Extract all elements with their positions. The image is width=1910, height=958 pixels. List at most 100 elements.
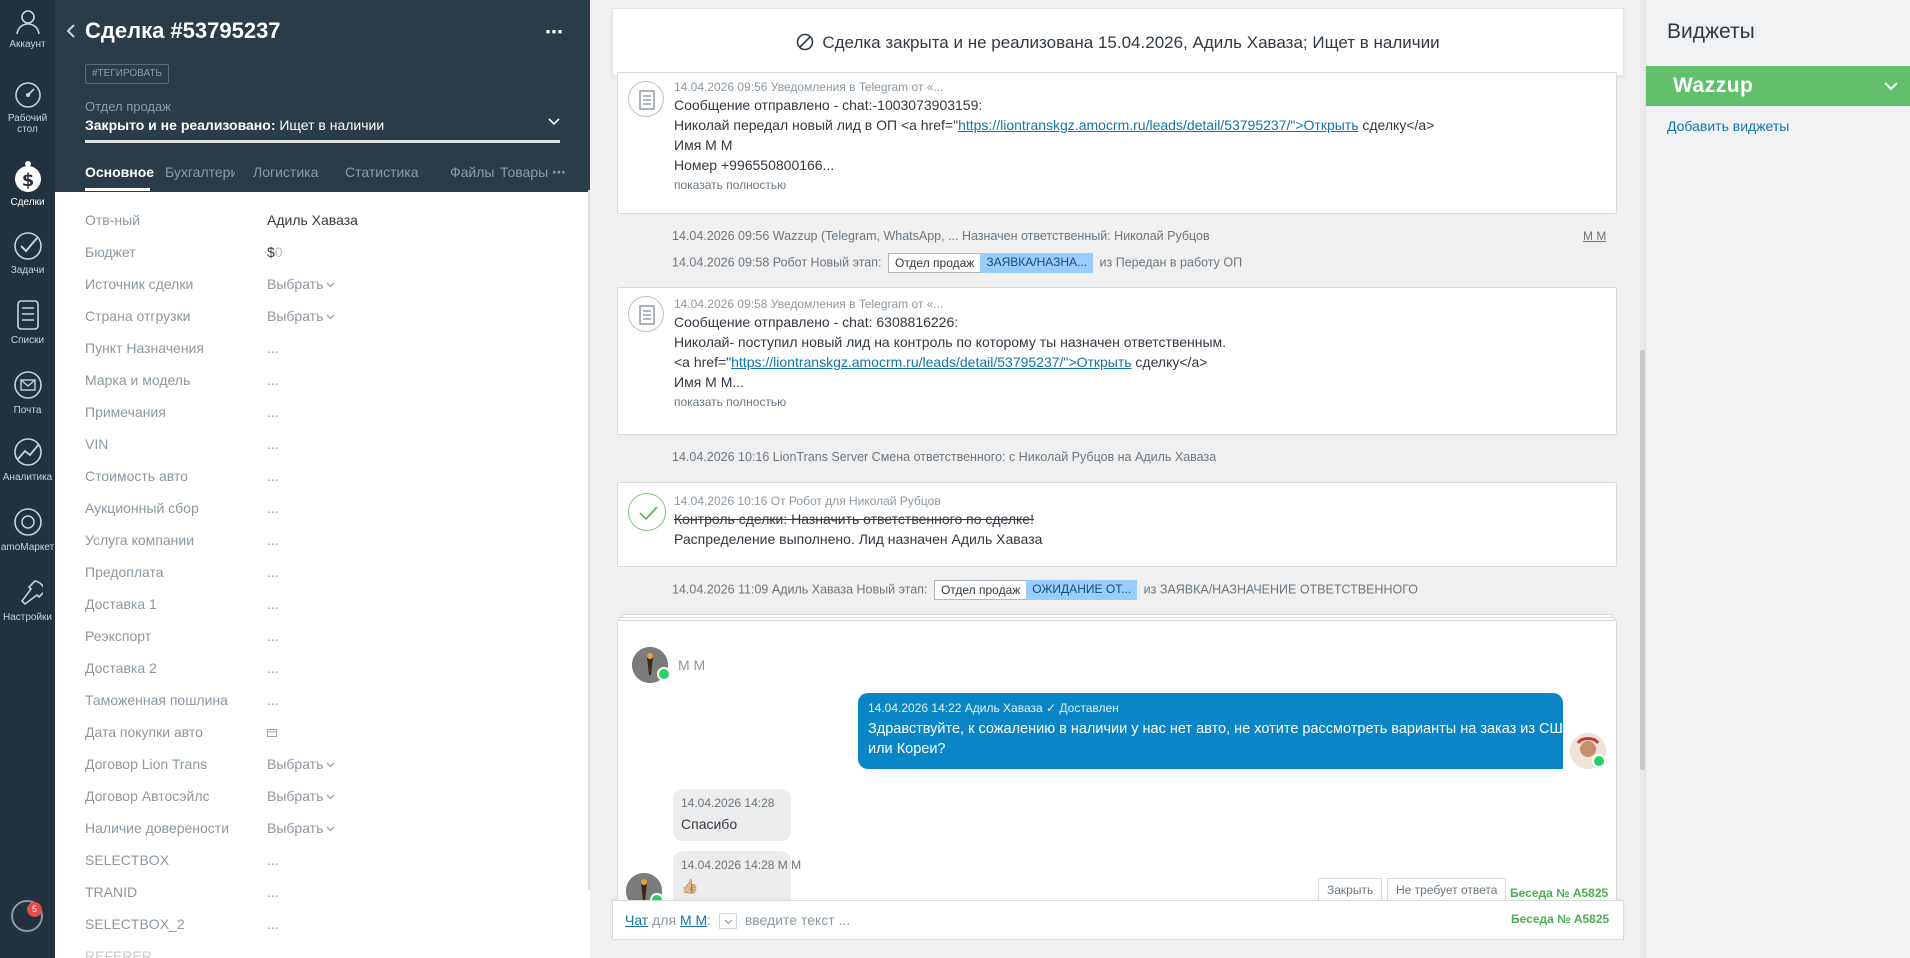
- chevron-down-icon: [1884, 82, 1898, 91]
- incoming-message: 14.04.2026 14:28 Спасибо: [673, 789, 791, 841]
- field-budget: Бюджет $0: [85, 244, 565, 264]
- note-meta: 14.04.2026 09:56 Уведомления в Telegram …: [674, 80, 944, 94]
- field-value[interactable]: ...: [267, 340, 279, 356]
- field-value[interactable]: Адиль Хаваза: [267, 212, 358, 228]
- field-value[interactable]: ...: [267, 468, 279, 484]
- field-select[interactable]: Выбрать: [267, 788, 335, 804]
- field-destination: Пункт Назначения...: [85, 340, 565, 360]
- tab-accounting[interactable]: Бухгалтерия: [165, 164, 235, 180]
- nav-dashboard[interactable]: Рабочий стол: [0, 80, 55, 135]
- tabs-more-icon[interactable]: ⋯: [552, 164, 566, 181]
- contact-name[interactable]: М М: [678, 657, 705, 673]
- deal-closed-banner: Сделка закрыта и не реализована 15.04.20…: [612, 8, 1624, 76]
- nav-dashboard-label: Рабочий стол: [7, 113, 48, 135]
- nav-settings[interactable]: Настройки: [0, 575, 55, 623]
- tag-button[interactable]: #ТЕГИРОВАТЬ: [85, 64, 170, 84]
- show-more-link[interactable]: показать полностью: [674, 175, 1434, 195]
- nav-market[interactable]: amoМаркет: [0, 505, 55, 553]
- show-more-link[interactable]: показать полностью: [674, 392, 1226, 412]
- recipient-link[interactable]: М М: [680, 912, 707, 928]
- date-picker[interactable]: [267, 724, 277, 740]
- field-value[interactable]: ...: [267, 628, 279, 644]
- incoming-message: 14.04.2026 14:28 М М 👍🏼: [673, 851, 801, 905]
- chevron-down-icon: [326, 826, 335, 832]
- event-user-link[interactable]: М М: [1583, 229, 1606, 243]
- field-value[interactable]: ...: [267, 404, 279, 420]
- checkmark-icon: [628, 493, 666, 531]
- more-menu-icon[interactable]: ⋯: [545, 22, 564, 43]
- field-prepayment: Предоплата...: [85, 564, 565, 584]
- back-arrow-icon[interactable]: [65, 22, 77, 40]
- note-line-text: сделку</a>: [1131, 354, 1208, 370]
- task-title: Контроль сделки: Назначить ответственног…: [674, 511, 1034, 527]
- tab-products[interactable]: Товары: [500, 164, 548, 180]
- field-label: Источник сделки: [85, 276, 194, 292]
- status-select[interactable]: Закрыто и не реализовано: Ищет в наличии: [85, 117, 560, 133]
- wazzup-widget[interactable]: Wazzup: [1646, 66, 1910, 106]
- event-stage-change: 14.04.2026 09:58 Робот Новый этап: Отдел…: [672, 253, 1242, 273]
- field-value[interactable]: ...: [267, 436, 279, 452]
- field-reexport: Реэкспорт...: [85, 628, 565, 648]
- nav-deals[interactable]: $ Сделки: [0, 160, 55, 208]
- tab-logistics[interactable]: Логистика: [253, 164, 318, 180]
- nav-account[interactable]: Аккаунт: [0, 6, 55, 50]
- field-select[interactable]: Выбрать: [267, 276, 335, 292]
- analytics-icon: [13, 438, 42, 466]
- chevron-down-icon[interactable]: [548, 117, 560, 127]
- message-line: или Кореи?: [868, 741, 946, 757]
- deal-link[interactable]: https://liontranskgz.amocrm.ru/leads/det…: [958, 117, 1358, 133]
- field-value[interactable]: ...: [267, 692, 279, 708]
- left-nav: Аккаунт Рабочий стол $ Сделки Задачи Спи…: [0, 0, 55, 958]
- field-value[interactable]: ...: [267, 852, 279, 868]
- nav-analytics[interactable]: Аналитика: [0, 435, 55, 483]
- nav-tasks[interactable]: Задачи: [0, 230, 55, 276]
- conversation-number[interactable]: Беседа № А5825: [1510, 886, 1608, 900]
- tasks-icon: [13, 232, 42, 260]
- deal-link[interactable]: https://liontranskgz.amocrm.ru/leads/det…: [731, 354, 1131, 370]
- field-contract-lion-trans: Договор Lion Trans Выбрать: [85, 756, 565, 776]
- deals-icon: $: [14, 161, 41, 192]
- message-input[interactable]: введите текст ...: [745, 912, 850, 928]
- close-conversation-button[interactable]: Закрыть: [1318, 878, 1383, 902]
- account-icon: [15, 10, 40, 35]
- nav-account-label: Аккаунт: [9, 39, 46, 50]
- widgets-title: Виджеты: [1667, 20, 1755, 43]
- nav-mail[interactable]: Почта: [0, 368, 55, 416]
- tab-files[interactable]: Файлы: [450, 164, 494, 180]
- field-value[interactable]: ...: [267, 564, 279, 580]
- recipient-dropdown[interactable]: [718, 913, 737, 930]
- nav-tasks-label: Задачи: [10, 265, 45, 276]
- field-select[interactable]: Выбрать: [267, 308, 335, 324]
- budget-amount: 0: [274, 244, 283, 260]
- task-meta: 14.04.2026 10:16 От Робот для Николай Ру…: [674, 494, 941, 508]
- nav-lists[interactable]: Списки: [0, 298, 55, 346]
- nav-market-label: amoМаркет: [0, 542, 55, 553]
- field-label: TRANID: [85, 884, 138, 900]
- field-label: Договор Lion Trans: [85, 756, 208, 772]
- field-label: Пункт Назначения: [85, 340, 204, 356]
- field-value[interactable]: ...: [267, 500, 279, 516]
- tab-statistics[interactable]: Статистика: [345, 164, 419, 180]
- field-value[interactable]: ...: [267, 884, 279, 900]
- field-value[interactable]: ...: [267, 596, 279, 612]
- wazzup-widget-title: Wazzup: [1673, 74, 1754, 97]
- note-doc-icon: [628, 81, 664, 117]
- chat-type-link[interactable]: Чат: [625, 912, 648, 928]
- field-value[interactable]: ...: [267, 916, 279, 932]
- tab-main[interactable]: Основное: [85, 164, 154, 180]
- field-select[interactable]: Выбрать: [267, 756, 335, 772]
- field-label: Стоимость авто: [85, 468, 188, 484]
- conversation-number[interactable]: Беседа № А5825: [1511, 912, 1609, 926]
- add-widgets-link[interactable]: Добавить виджеты: [1667, 118, 1789, 134]
- event-responsible-change: 14.04.2026 10:16 LionTrans Server Смена …: [672, 450, 1217, 464]
- telegram-note-1: 14.04.2026 09:56 Уведомления в Telegram …: [617, 72, 1617, 214]
- field-value[interactable]: ...: [267, 660, 279, 676]
- message-line: Здравствуйте, к сожалению в наличии у на…: [868, 721, 1573, 737]
- field-select[interactable]: Выбрать: [267, 820, 335, 836]
- no-reply-needed-button[interactable]: Не требует ответа: [1387, 878, 1507, 902]
- field-value[interactable]: ...: [267, 532, 279, 548]
- field-value[interactable]: $0: [267, 244, 283, 260]
- note-line: Имя М М...: [674, 374, 745, 390]
- field-value[interactable]: ...: [267, 372, 279, 388]
- field-label: SELECTBOX_2: [85, 916, 185, 932]
